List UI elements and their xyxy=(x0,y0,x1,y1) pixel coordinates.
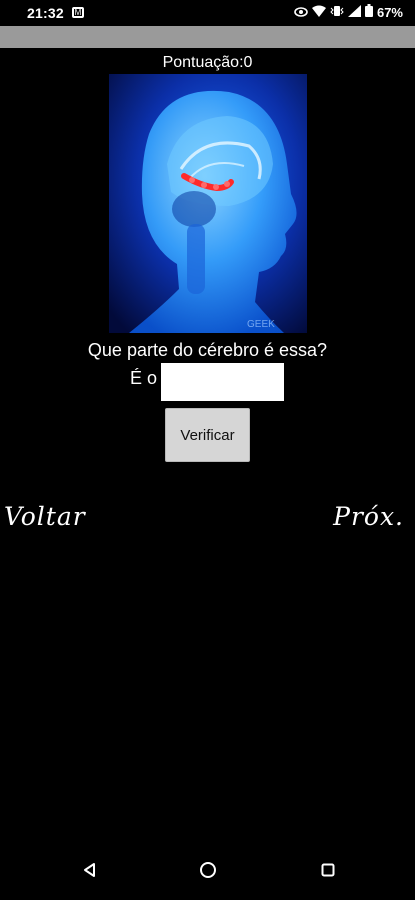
app-bar xyxy=(0,26,415,48)
answer-prefix: É o xyxy=(130,368,158,388)
question-text: Que parte do cérebro é essa? xyxy=(87,340,328,360)
next-link[interactable]: Próx. xyxy=(333,502,404,531)
image-watermark: GEEK xyxy=(247,319,275,330)
status-icons: 67% xyxy=(294,4,403,20)
brain-image: GEEK xyxy=(109,74,307,333)
battery-percent: 67% xyxy=(376,4,403,20)
wifi-icon xyxy=(311,5,326,20)
signal-icon xyxy=(347,4,361,20)
score-label: Pontuação:0 xyxy=(162,54,253,71)
gmail-icon: M xyxy=(72,7,84,18)
vibrate-icon xyxy=(330,5,344,20)
status-time: 21:32 xyxy=(27,5,64,21)
home-circle-icon[interactable] xyxy=(196,858,220,882)
verify-button[interactable]: Verificar xyxy=(165,408,250,462)
battery-icon xyxy=(364,4,373,20)
back-link[interactable]: Voltar xyxy=(4,502,86,531)
status-bar: 21:32 M 67% xyxy=(0,0,415,26)
back-triangle-icon[interactable] xyxy=(78,858,102,882)
recents-square-icon[interactable] xyxy=(316,858,340,882)
answer-input[interactable] xyxy=(161,363,284,401)
eye-icon xyxy=(294,5,308,20)
system-nav-bar xyxy=(0,840,415,900)
